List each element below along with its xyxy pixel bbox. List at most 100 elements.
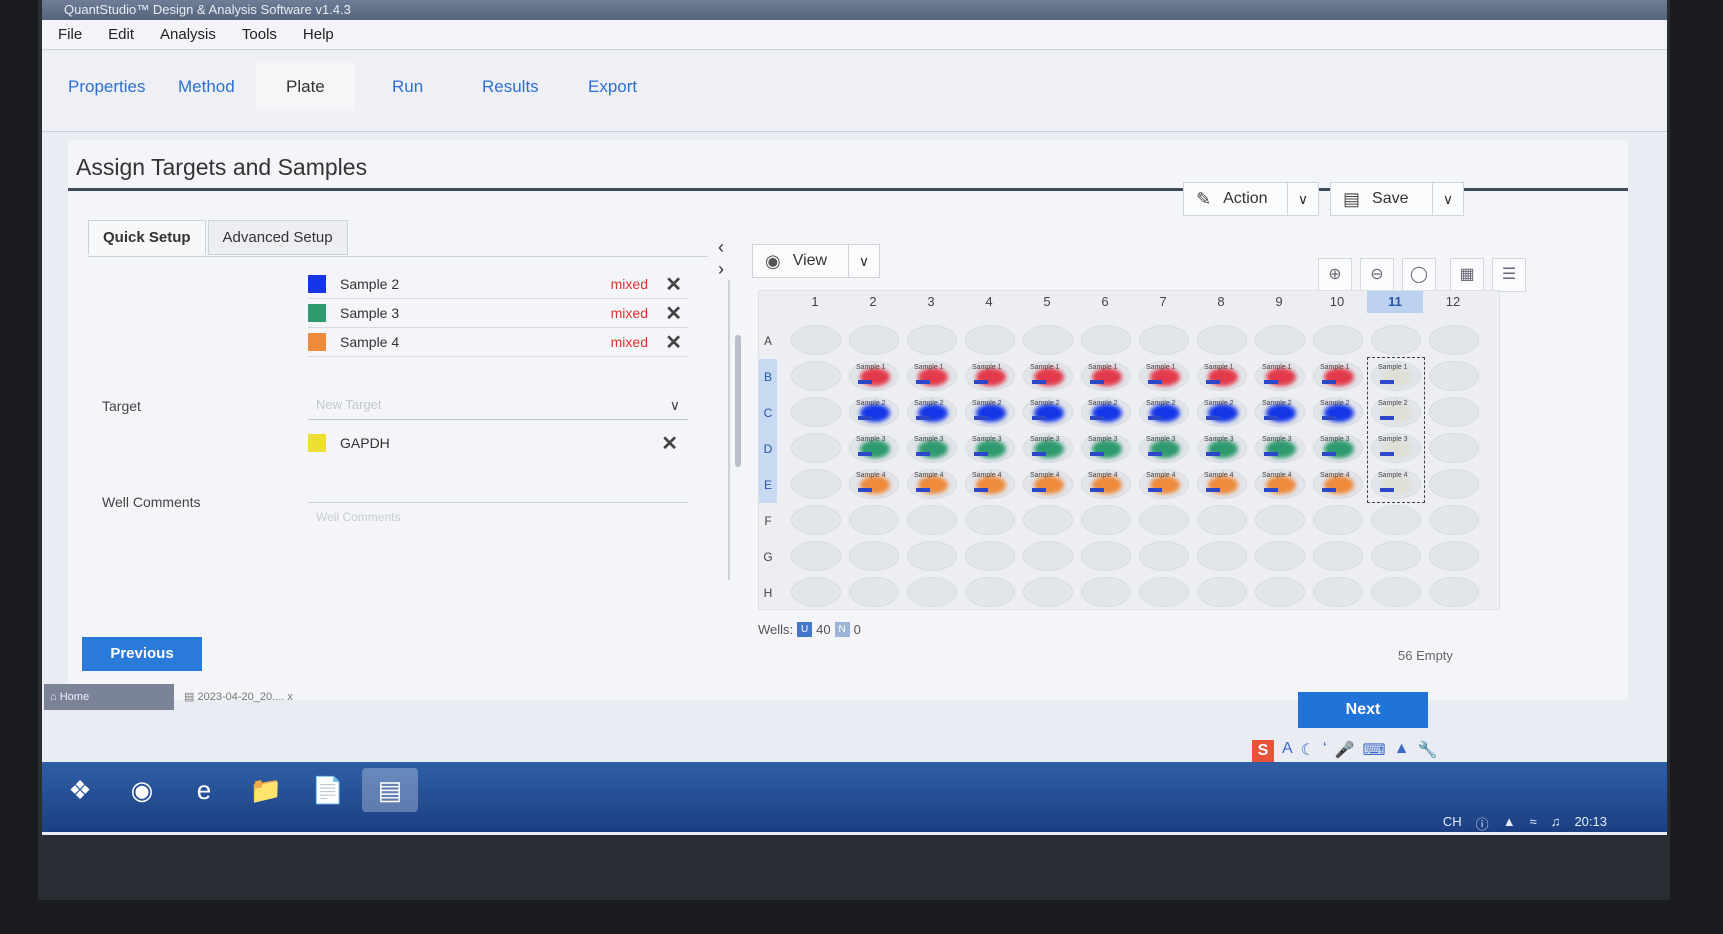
well-G2[interactable]	[849, 541, 899, 571]
folder-icon[interactable]: 📁	[238, 768, 294, 812]
tab-plate[interactable]: Plate	[256, 63, 355, 111]
well-E12[interactable]	[1429, 469, 1479, 499]
well-E10[interactable]: Sample 4	[1313, 469, 1363, 499]
well-F7[interactable]	[1139, 505, 1189, 535]
column-header-4[interactable]: 4	[961, 291, 1017, 313]
punctuation-icon[interactable]: ‘	[1323, 740, 1327, 762]
reset-zoom-icon[interactable]: ◯	[1402, 258, 1436, 292]
well-B8[interactable]: Sample 1	[1197, 361, 1247, 391]
well-A2[interactable]	[849, 325, 899, 355]
quantstudio-icon[interactable]: ▤	[362, 768, 418, 812]
well-H11[interactable]	[1371, 577, 1421, 607]
remove-icon[interactable]: ✕	[665, 330, 682, 355]
document-icon[interactable]: 📄	[300, 768, 356, 812]
well-E8[interactable]: Sample 4	[1197, 469, 1247, 499]
row-header-D[interactable]: D	[759, 431, 777, 467]
close-tab-icon[interactable]: x	[287, 691, 293, 703]
new-target-input[interactable]: New Target ∨	[308, 390, 688, 420]
column-header-9[interactable]: 9	[1251, 291, 1307, 313]
well-C5[interactable]: Sample 2	[1023, 397, 1073, 427]
well-E9[interactable]: Sample 4	[1255, 469, 1305, 499]
well-D8[interactable]: Sample 3	[1197, 433, 1247, 463]
wrench-icon[interactable]: 🔧	[1417, 740, 1437, 762]
well-H8[interactable]	[1197, 577, 1247, 607]
well-C6[interactable]: Sample 2	[1081, 397, 1131, 427]
remove-icon[interactable]: ✕	[665, 301, 682, 326]
well-H10[interactable]	[1313, 577, 1363, 607]
well-H1[interactable]	[791, 577, 841, 607]
chrome-icon[interactable]: ◉	[114, 768, 170, 812]
home-tab[interactable]: ⌂ Home	[44, 684, 174, 710]
well-B5[interactable]: Sample 1	[1023, 361, 1073, 391]
help-icon[interactable]: ⓘ	[1476, 814, 1489, 833]
remove-icon[interactable]: ✕	[665, 272, 682, 297]
well-F2[interactable]	[849, 505, 899, 535]
well-F11[interactable]	[1371, 505, 1421, 535]
row-header-H[interactable]: H	[759, 575, 777, 611]
well-A1[interactable]	[791, 325, 841, 355]
well-F12[interactable]	[1429, 505, 1479, 535]
moon-icon[interactable]: ☾	[1301, 740, 1315, 762]
well-H5[interactable]	[1023, 577, 1073, 607]
row-header-F[interactable]: F	[759, 503, 777, 539]
well-E1[interactable]	[791, 469, 841, 499]
well-G12[interactable]	[1429, 541, 1479, 571]
column-header-11[interactable]: 11	[1367, 291, 1423, 313]
chevron-down-icon[interactable]: ∨	[1287, 183, 1318, 215]
well-E6[interactable]: Sample 4	[1081, 469, 1131, 499]
well-B3[interactable]: Sample 1	[907, 361, 957, 391]
well-G10[interactable]	[1313, 541, 1363, 571]
well-D10[interactable]: Sample 3	[1313, 433, 1363, 463]
microphone-icon[interactable]: 🎤	[1335, 740, 1355, 762]
well-B1[interactable]	[791, 361, 841, 391]
well-G6[interactable]	[1081, 541, 1131, 571]
well-F4[interactable]	[965, 505, 1015, 535]
tab-properties[interactable]: Properties	[68, 77, 145, 97]
column-header-3[interactable]: 3	[903, 291, 959, 313]
well-H4[interactable]	[965, 577, 1015, 607]
tab-quick-setup[interactable]: Quick Setup	[88, 220, 206, 255]
chevron-down-icon[interactable]: ∨	[1432, 183, 1463, 215]
well-B9[interactable]: Sample 1	[1255, 361, 1305, 391]
well-A7[interactable]	[1139, 325, 1189, 355]
start-icon[interactable]: ❖	[52, 768, 108, 812]
tshirt-icon[interactable]: ▲	[1394, 740, 1410, 762]
action-button[interactable]: ✎ Action ∨	[1183, 182, 1319, 216]
tab-advanced-setup[interactable]: Advanced Setup	[207, 220, 348, 255]
well-G9[interactable]	[1255, 541, 1305, 571]
sample-row[interactable]: Sample 4 mixed ✕	[308, 328, 688, 357]
ime-logo[interactable]: S	[1252, 740, 1274, 762]
keyboard-icon[interactable]: ⌨	[1363, 740, 1386, 762]
row-header-B[interactable]: B	[759, 359, 777, 395]
column-header-10[interactable]: 10	[1309, 291, 1365, 313]
clock[interactable]: 20:13	[1574, 814, 1607, 833]
well-F6[interactable]	[1081, 505, 1131, 535]
file-tab[interactable]: ▤ 2023-04-20_20.... x	[184, 690, 293, 703]
column-header-1[interactable]: 1	[787, 291, 843, 313]
well-C7[interactable]: Sample 2	[1139, 397, 1189, 427]
well-comments-input[interactable]: Well Comments	[316, 510, 400, 524]
ie-icon[interactable]: e	[176, 768, 232, 812]
well-H2[interactable]	[849, 577, 899, 607]
well-G11[interactable]	[1371, 541, 1421, 571]
ime-mode-icon[interactable]: A	[1282, 740, 1293, 762]
list-view-icon[interactable]: ☰	[1492, 258, 1526, 292]
well-F9[interactable]	[1255, 505, 1305, 535]
scrollbar[interactable]	[735, 335, 741, 467]
well-A10[interactable]	[1313, 325, 1363, 355]
well-A3[interactable]	[907, 325, 957, 355]
tab-run[interactable]: Run	[392, 77, 423, 97]
well-C2[interactable]: Sample 2	[849, 397, 899, 427]
well-H7[interactable]	[1139, 577, 1189, 607]
well-D2[interactable]: Sample 3	[849, 433, 899, 463]
row-header-A[interactable]: A	[759, 323, 777, 359]
well-D12[interactable]	[1429, 433, 1479, 463]
well-B7[interactable]: Sample 1	[1139, 361, 1189, 391]
well-G5[interactable]	[1023, 541, 1073, 571]
well-E4[interactable]: Sample 4	[965, 469, 1015, 499]
chevron-left-icon[interactable]: ‹	[718, 236, 724, 258]
well-D1[interactable]	[791, 433, 841, 463]
well-A8[interactable]	[1197, 325, 1247, 355]
well-D9[interactable]: Sample 3	[1255, 433, 1305, 463]
well-A4[interactable]	[965, 325, 1015, 355]
